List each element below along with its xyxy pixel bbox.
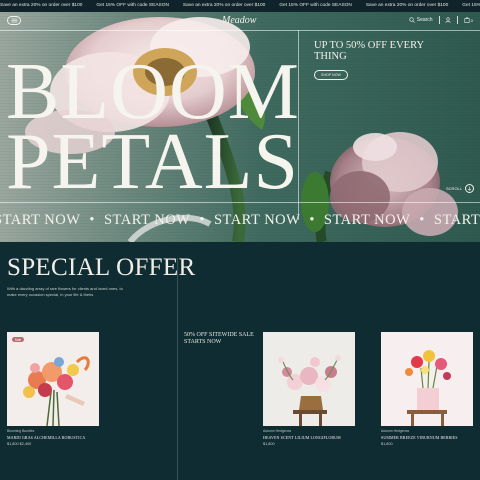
- bouquet-image: [278, 355, 341, 426]
- shop-now-button[interactable]: SHOP NOW: [314, 70, 348, 80]
- scroll-down-button[interactable]: [465, 184, 475, 193]
- product-price: $1,800 $2,400: [7, 442, 32, 446]
- marquee-item: START NOW: [103, 212, 191, 228]
- product-category: Autumn Hedgerow: [263, 429, 292, 433]
- product-name[interactable]: MARDI GRAS ALCHEMILLA ROBUSTICA: [7, 435, 99, 440]
- marquee-separator: •: [89, 212, 95, 228]
- user-icon[interactable]: [445, 17, 451, 23]
- hero-offer-text: UP TO 50% OFF EVERY THING: [314, 40, 424, 62]
- cart-icon: [464, 17, 470, 23]
- menu-icon: [11, 18, 17, 23]
- product-price: $1,800: [263, 442, 275, 446]
- special-offer-title: SPECIAL OFFER: [7, 254, 196, 281]
- marquee-separator: •: [309, 212, 315, 228]
- product-image[interactable]: Sale: [7, 332, 99, 426]
- brand-logo[interactable]: Meadow: [222, 15, 256, 26]
- ticker-item: Save an extra 20% on order over $100: [365, 3, 449, 8]
- marquee-item: START NOW: [323, 212, 411, 228]
- nav-divider-line: [0, 30, 480, 31]
- section-divider: [177, 258, 178, 480]
- nav-divider: [457, 16, 458, 24]
- ticker-item: Save an extra 20% on order over $100: [182, 3, 266, 8]
- nav-divider: [438, 16, 440, 24]
- scroll-label: SCROLL: [446, 186, 463, 191]
- product-image[interactable]: [263, 332, 355, 426]
- product-card[interactable]: Autumn Hedgerow SUMMER BREEZE VIBURNUM B…: [381, 332, 473, 446]
- product-card[interactable]: Autumn Hedgerow HEAVEN SCENT LILIUM LONG…: [263, 332, 355, 446]
- sitewide-sale-text: 50% OFF SITEWIDE SALE STARTS NOW: [184, 332, 254, 345]
- hero-headline-line2: PETALS: [6, 118, 299, 206]
- cart-count: 0: [470, 17, 473, 23]
- arrow-down-icon: [467, 186, 472, 191]
- ticker-item: Get 15% OFF with code SEASON: [279, 3, 352, 8]
- special-offer-section: SPECIAL OFFER With a dazzling array of r…: [0, 242, 480, 480]
- bouquet-image: [23, 356, 90, 426]
- product-category: Autumn Hedgerow: [381, 429, 410, 433]
- product-name[interactable]: HEAVEN SCENT LILIUM LONGIFLORUM: [263, 435, 355, 440]
- search-label: Search: [416, 17, 433, 23]
- search-icon: [409, 17, 415, 23]
- product-name[interactable]: SUMMER BREEZE VIBURNUM BERRIES: [381, 435, 473, 440]
- marquee-item: START NOW: [0, 212, 81, 228]
- special-offer-description: With a dazzling array of rare flowers fo…: [7, 286, 123, 297]
- nav-actions: Search 0: [409, 16, 473, 24]
- ticker-item: Get 15% OFF with code SEASON: [462, 3, 480, 8]
- cart-button[interactable]: 0: [464, 17, 473, 23]
- product-image[interactable]: [381, 332, 473, 426]
- ticker-item: Save an extra 20% on order over $100: [0, 3, 83, 8]
- product-price: $1,800: [381, 442, 393, 446]
- bouquet-image: [405, 350, 451, 426]
- search-link[interactable]: Search: [409, 17, 433, 23]
- product-card[interactable]: Sale Blooming Bundles MARDI GRAS ALCHEMI…: [7, 332, 99, 446]
- product-category: Blooming Bundles: [7, 429, 35, 433]
- marquee-item: START NOW: [213, 212, 301, 228]
- top-nav: Meadow Search 0: [0, 12, 480, 30]
- sale-badge: Sale: [12, 337, 24, 342]
- marquee-separator: •: [199, 212, 205, 228]
- scroll-indicator[interactable]: SCROLL: [446, 184, 475, 193]
- start-now-marquee: START NOW • START NOW • START NOW • START NOW •…: [0, 212, 480, 229]
- menu-button[interactable]: [7, 16, 21, 25]
- marquee-item: START NOW: [433, 212, 480, 228]
- ticker-item: Get 15% OFF with code SEASON: [96, 3, 169, 8]
- hero-section: Meadow Search 0 BLOOM PETALS UP TO 50% O…: [0, 12, 480, 242]
- promo-ticker: Save an extra 20% on order over $100 Get …: [0, 0, 480, 12]
- marquee-separator: •: [419, 212, 425, 228]
